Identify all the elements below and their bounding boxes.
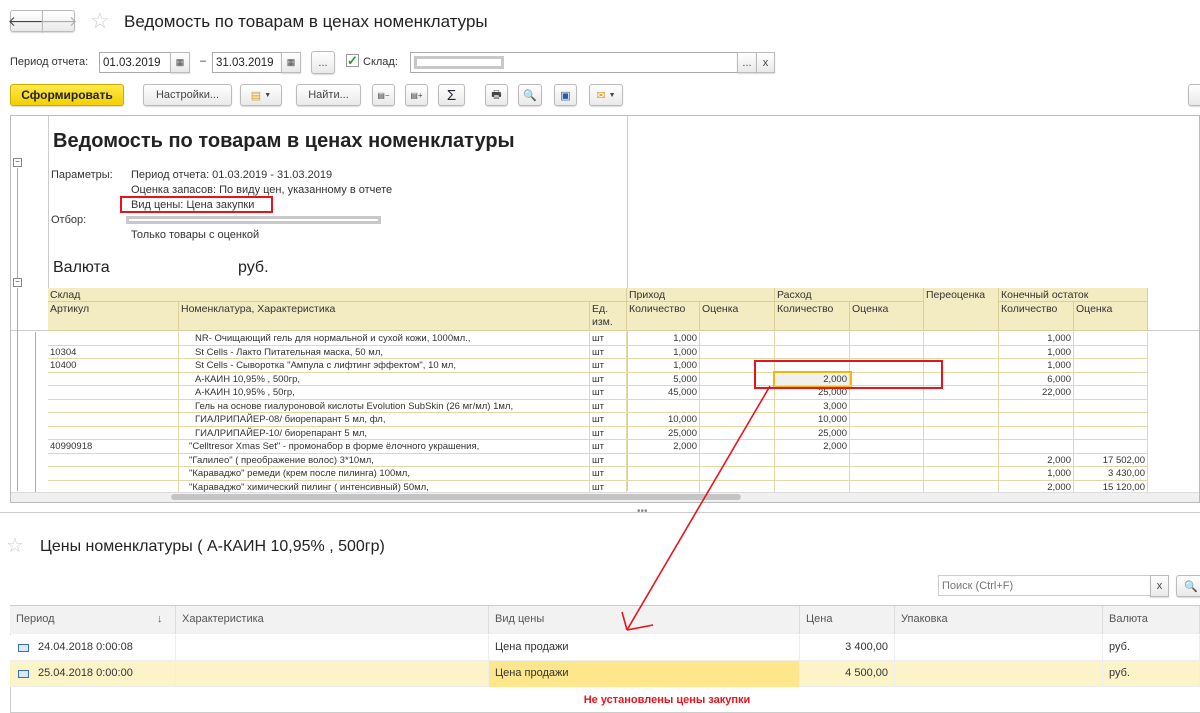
annotation-arrow xyxy=(621,385,771,631)
